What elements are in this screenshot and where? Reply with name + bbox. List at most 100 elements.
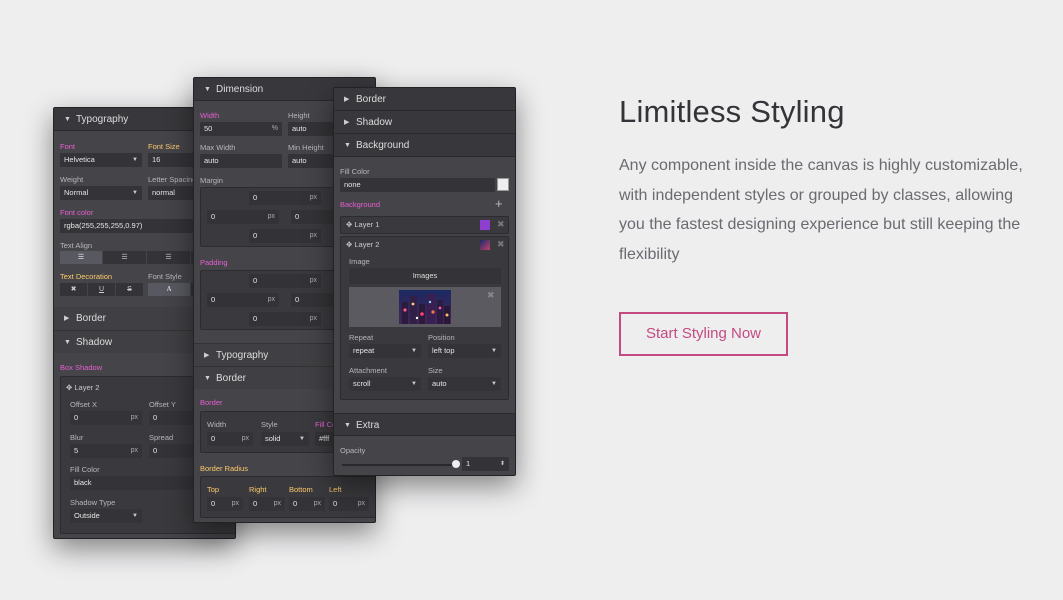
dropdown-arrow-icon: ▼ — [491, 381, 497, 387]
decoration-strike-button[interactable]: S — [116, 283, 143, 296]
border-style-select[interactable]: solid ▼ — [261, 432, 309, 446]
fill-color-label: Fill Color — [340, 167, 370, 176]
caret-right-icon: ▶ — [204, 352, 210, 359]
dropdown-arrow-icon: ▼ — [411, 348, 417, 354]
caret-down-icon: ▼ — [64, 339, 71, 346]
width-input[interactable]: 50 % — [200, 122, 282, 136]
caret-down-icon: ▼ — [344, 422, 351, 429]
border-radius-box: Top Right Bottom Left 0 px 0 px 0 px 0 p… — [200, 476, 375, 518]
weight-select[interactable]: Normal ▼ — [60, 186, 142, 200]
radius-bottom-label: Bottom — [289, 485, 313, 494]
offset-y-label: Offset Y — [149, 400, 176, 409]
attachment-label: Attachment — [349, 366, 387, 375]
margin-left-input[interactable]: 0 px — [207, 210, 279, 224]
font-select[interactable]: Helvetica ▼ — [60, 153, 142, 167]
image-preview[interactable]: ✖ — [349, 287, 501, 327]
image-label: Image — [349, 257, 370, 266]
close-icon: ✖ — [70, 286, 77, 293]
margin-bottom-input[interactable]: 0 px — [249, 229, 321, 243]
radius-bottom-input[interactable]: 0 px — [289, 497, 325, 511]
attachment-select[interactable]: scroll ▼ — [349, 377, 421, 391]
city-image-thumbnail — [399, 290, 451, 324]
fill-color-input[interactable]: none — [340, 178, 495, 192]
caret-down-icon: ▼ — [204, 86, 211, 93]
weight-label: Weight — [60, 175, 84, 184]
offset-x-input[interactable]: 0 px — [70, 411, 142, 425]
section-background-header[interactable]: ▼ Background — [334, 134, 515, 157]
background-layer-1[interactable]: ✥ Layer 1 ✖ — [340, 216, 509, 234]
move-icon: ✥ — [66, 383, 73, 392]
layer-2-handle[interactable]: ✥ Layer 2 — [346, 240, 379, 249]
section-description: Any component inside the canvas is highl… — [619, 157, 1023, 263]
dropdown-arrow-icon: ▼ — [411, 381, 417, 387]
align-left-button[interactable]: ☰ — [60, 251, 102, 264]
images-button[interactable]: Images — [349, 268, 501, 284]
position-select[interactable]: left top ▼ — [428, 344, 501, 358]
padding-top-input[interactable]: 0 px — [249, 274, 321, 288]
padding-left-input[interactable]: 0 px — [207, 293, 279, 307]
add-layer-icon[interactable]: + — [495, 196, 503, 211]
repeat-label: Repeat — [349, 333, 374, 342]
margin-label: Margin — [200, 176, 223, 185]
blur-input[interactable]: 5 px — [70, 444, 142, 458]
radius-right-label: Right — [249, 485, 267, 494]
opacity-input[interactable]: 1 ⬍ — [462, 457, 509, 471]
border-style-label: Style — [261, 420, 278, 429]
padding-bottom-input[interactable]: 0 px — [249, 312, 321, 326]
fill-color-swatch[interactable] — [497, 178, 509, 191]
align-right-button[interactable]: ☰ — [147, 251, 190, 264]
align-center-icon: ☰ — [121, 254, 128, 261]
border-radius-label: Border Radius — [200, 464, 248, 473]
dropdown-arrow-icon: ▼ — [299, 436, 305, 442]
position-label: Position — [428, 333, 455, 342]
opacity-slider-track[interactable] — [342, 464, 456, 466]
background-layer-2: ✥ Layer 2 ✖ Image Images ✖ Repeat Positi… — [340, 236, 509, 400]
close-icon[interactable]: ✖ — [497, 219, 505, 230]
offset-x-label: Offset X — [70, 400, 97, 409]
section-border-header[interactable]: ▶ Border — [334, 88, 515, 111]
layer-1-color-swatch — [480, 220, 490, 230]
min-height-label: Min Height — [288, 143, 324, 152]
caret-down-icon: ▼ — [204, 375, 211, 382]
start-styling-button[interactable]: Start Styling Now — [619, 312, 788, 356]
border-label: Border — [200, 398, 223, 407]
font-size-label: Font Size — [148, 142, 180, 151]
max-width-input[interactable]: auto — [200, 154, 282, 168]
caret-right-icon: ▶ — [344, 119, 350, 126]
repeat-select[interactable]: repeat ▼ — [349, 344, 421, 358]
dropdown-arrow-icon: ▼ — [132, 190, 138, 196]
shadow-type-select[interactable]: Outside ▼ — [70, 509, 142, 523]
shadow-layer-item[interactable]: ✥ Layer 2 — [66, 383, 99, 392]
font-style-italic-button[interactable]: A — [148, 283, 190, 296]
radius-left-input[interactable]: 0 px — [329, 497, 369, 511]
margin-top-input[interactable]: 0 px — [249, 191, 321, 205]
radius-left-label: Left — [329, 485, 342, 494]
caret-right-icon: ▶ — [64, 315, 70, 322]
dropdown-arrow-icon: ▼ — [491, 348, 497, 354]
box-shadow-label: Box Shadow — [60, 363, 103, 372]
align-right-icon: ☰ — [165, 254, 172, 261]
decoration-underline-button[interactable]: U — [88, 283, 115, 296]
border-width-input[interactable]: 0 px — [207, 432, 253, 446]
decoration-none-button[interactable]: ✖ — [60, 283, 87, 296]
close-icon[interactable]: ✖ — [497, 239, 505, 250]
opacity-label: Opacity — [340, 446, 366, 455]
height-label: Height — [288, 111, 310, 120]
size-select[interactable]: auto ▼ — [428, 377, 501, 391]
caret-down-icon: ▼ — [64, 116, 71, 123]
blur-label: Blur — [70, 433, 84, 442]
radius-top-input[interactable]: 0 px — [207, 497, 243, 511]
align-center-button[interactable]: ☰ — [103, 251, 146, 264]
align-left-icon: ☰ — [77, 254, 85, 261]
section-extra-header[interactable]: ▼ Extra — [334, 413, 515, 436]
remove-image-icon[interactable]: ✖ — [487, 290, 495, 301]
radius-right-input[interactable]: 0 px — [249, 497, 285, 511]
move-icon: ✥ — [346, 220, 353, 229]
background-layers-label: Background — [340, 200, 381, 209]
opacity-slider-handle[interactable] — [452, 460, 460, 468]
text-align-label: Text Align — [60, 241, 93, 250]
stepper-icon: ⬍ — [499, 461, 505, 467]
section-shadow-header[interactable]: ▶ Shadow — [334, 111, 515, 134]
size-label: Size — [428, 366, 443, 375]
shadow-fill-color-label: Fill Color — [70, 465, 100, 474]
